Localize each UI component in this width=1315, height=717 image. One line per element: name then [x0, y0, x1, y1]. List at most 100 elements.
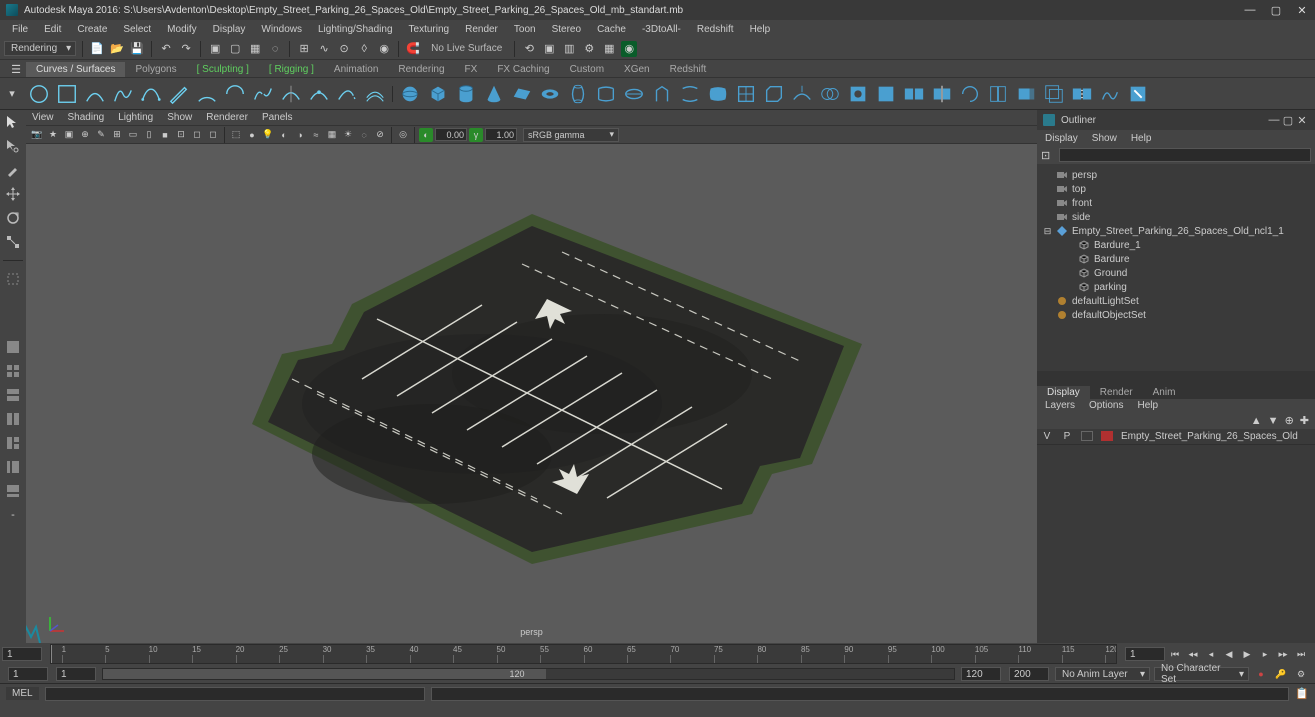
- panel-menu-shading[interactable]: Shading: [68, 112, 105, 123]
- square-surface-icon[interactable]: [733, 81, 759, 107]
- field-chart-icon[interactable]: ⊡: [174, 128, 188, 142]
- offset-surface-icon[interactable]: [1041, 81, 1067, 107]
- render-view-icon[interactable]: ▦: [601, 41, 617, 57]
- extend-curve-icon[interactable]: [334, 81, 360, 107]
- snap-point-icon[interactable]: ⊙: [336, 41, 352, 57]
- outliner-item-persp[interactable]: persp: [1037, 168, 1315, 182]
- range-end-outer-field[interactable]: [1009, 667, 1049, 681]
- current-frame-field-right[interactable]: [1125, 647, 1165, 661]
- set-key-button[interactable]: 🔑: [1273, 667, 1289, 681]
- redo-icon[interactable]: ↷: [178, 41, 194, 57]
- arc-2pt-icon[interactable]: [222, 81, 248, 107]
- expander-icon[interactable]: ⊟: [1043, 226, 1052, 237]
- panel-menu-show[interactable]: Show: [167, 112, 192, 123]
- menu-texturing[interactable]: Texturing: [401, 22, 458, 37]
- insert-isoparm-icon[interactable]: [985, 81, 1011, 107]
- prefs-button[interactable]: ⚙: [1293, 667, 1309, 681]
- film-gate-icon[interactable]: ▭: [126, 128, 140, 142]
- xray-icon[interactable]: ◌: [357, 128, 371, 142]
- range-handle[interactable]: [103, 669, 546, 679]
- select-component-icon[interactable]: ▦: [247, 41, 263, 57]
- cbx-menu-layers[interactable]: Layers: [1045, 400, 1075, 411]
- shelf-tab-fx[interactable]: FX: [455, 62, 488, 77]
- intersect-icon[interactable]: [817, 81, 843, 107]
- magnet-icon[interactable]: 🧲: [405, 41, 421, 57]
- gate-mask-icon[interactable]: ■: [158, 128, 172, 142]
- script-editor-button[interactable]: 📋: [1295, 687, 1309, 701]
- three-pane-icon[interactable]: [3, 433, 23, 453]
- shelf-tab-custom[interactable]: Custom: [560, 62, 614, 77]
- construction-history-icon[interactable]: ⟲: [521, 41, 537, 57]
- maximize-button[interactable]: ▢: [1269, 3, 1283, 17]
- snap-plane-icon[interactable]: ◊: [356, 41, 372, 57]
- range-start-inner-field[interactable]: [56, 667, 96, 681]
- undo-icon[interactable]: ↶: [158, 41, 174, 57]
- character-set-dropdown[interactable]: No Character Set: [1154, 667, 1249, 681]
- color-space-dropdown[interactable]: sRGB gamma: [523, 128, 619, 142]
- surface-editing-icon[interactable]: [1125, 81, 1151, 107]
- motion-blur-icon[interactable]: ≈: [309, 128, 323, 142]
- outliner-maximize-button[interactable]: ▢: [1281, 113, 1295, 127]
- layer-move-up-icon[interactable]: ▲: [1251, 415, 1262, 427]
- bookmark-icon[interactable]: ★: [46, 128, 60, 142]
- xray-joints-icon[interactable]: ⊘: [373, 128, 387, 142]
- select-tool-icon[interactable]: [3, 112, 23, 132]
- step-forward-key-button[interactable]: ▸▸: [1275, 647, 1291, 661]
- trim-icon[interactable]: [845, 81, 871, 107]
- outliner-minimize-button[interactable]: —: [1267, 113, 1281, 127]
- shelf-tab-animation[interactable]: Animation: [324, 62, 388, 77]
- anim-layer-dropdown[interactable]: No Anim Layer: [1055, 667, 1150, 681]
- cbx-tab-anim[interactable]: Anim: [1143, 386, 1186, 399]
- close-button[interactable]: ✕: [1295, 3, 1309, 17]
- sculpt-surface-icon[interactable]: [1097, 81, 1123, 107]
- render-frame-icon[interactable]: ▣: [541, 41, 557, 57]
- new-scene-icon[interactable]: 📄: [89, 41, 105, 57]
- snap-live-icon[interactable]: ◉: [376, 41, 392, 57]
- gamma-toggle-icon[interactable]: γ: [469, 128, 483, 142]
- gamma-field[interactable]: [485, 128, 517, 141]
- shelf-tab-sculpting[interactable]: [ Sculpting ]: [187, 62, 259, 77]
- persp-graph-layout-icon[interactable]: [3, 481, 23, 501]
- stitch-icon[interactable]: [1069, 81, 1095, 107]
- shadows-icon[interactable]: ◐: [277, 128, 291, 142]
- offset-curve-icon[interactable]: [362, 81, 388, 107]
- safe-action-icon[interactable]: ◻: [190, 128, 204, 142]
- outliner-tree[interactable]: persptopfrontside⊟Empty_Street_Parking_2…: [1037, 164, 1315, 371]
- snap-curve-icon[interactable]: ∿: [316, 41, 332, 57]
- workspace-dropdown[interactable]: Rendering: [4, 41, 76, 56]
- last-tool-icon[interactable]: [3, 269, 23, 289]
- ep-curve-icon[interactable]: [82, 81, 108, 107]
- cbx-tab-render[interactable]: Render: [1090, 386, 1143, 399]
- menu-create[interactable]: Create: [69, 22, 115, 37]
- shelf-tab-fx-caching[interactable]: FX Caching: [487, 62, 559, 77]
- attach-curve-icon[interactable]: [250, 81, 276, 107]
- panel-menu-view[interactable]: View: [32, 112, 54, 123]
- cbx-menu-options[interactable]: Options: [1089, 400, 1123, 411]
- shelf-tab-rigging[interactable]: [ Rigging ]: [259, 62, 324, 77]
- shelf-menu-icon[interactable]: ▾: [4, 86, 20, 102]
- layer-name[interactable]: Empty_Street_Parking_26_Spaces_Old: [1121, 431, 1298, 442]
- play-back-button[interactable]: ◀: [1221, 647, 1237, 661]
- shelf-tab-redshift[interactable]: Redshift: [660, 62, 717, 77]
- step-forward-button[interactable]: ▸: [1257, 647, 1273, 661]
- menu-redshift[interactable]: Redshift: [689, 22, 742, 37]
- nurbs-torus-icon[interactable]: [537, 81, 563, 107]
- insert-knot-icon[interactable]: [306, 81, 332, 107]
- outliner-layout-icon[interactable]: [3, 457, 23, 477]
- pencil-curve-icon[interactable]: [166, 81, 192, 107]
- layer-template-box[interactable]: [1081, 431, 1093, 441]
- outliner-item-front[interactable]: front: [1037, 196, 1315, 210]
- exposure-icon[interactable]: ◐: [419, 128, 433, 142]
- outliner-item-bardure[interactable]: Bardure: [1037, 252, 1315, 266]
- grease-pencil-icon[interactable]: ✎: [94, 128, 108, 142]
- layer-row[interactable]: V P Empty_Street_Parking_26_Spaces_Old: [1037, 429, 1315, 445]
- extend-surface-icon[interactable]: [1013, 81, 1039, 107]
- range-end-inner-field[interactable]: [961, 667, 1001, 681]
- outliner-menu-help[interactable]: Help: [1131, 133, 1152, 144]
- time-cursor[interactable]: [51, 645, 52, 663]
- open-scene-icon[interactable]: 📂: [109, 41, 125, 57]
- nurbs-cube-icon[interactable]: [425, 81, 451, 107]
- layer-color[interactable]: [1101, 431, 1113, 441]
- layer-move-down-icon[interactable]: ▼: [1268, 415, 1279, 427]
- outliner-menu-show[interactable]: Show: [1092, 133, 1117, 144]
